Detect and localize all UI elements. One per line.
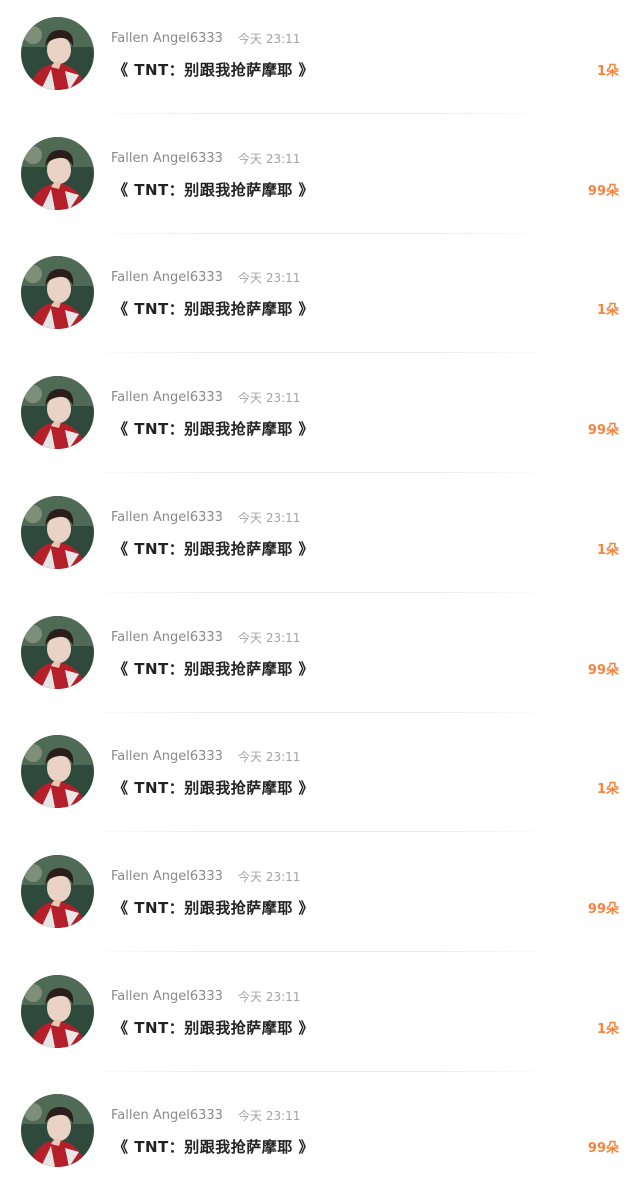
item-title[interactable]: 《 TNT：别跟我抢萨摩耶 》 bbox=[113, 179, 314, 201]
item-title[interactable]: 《 TNT：别跟我抢萨摩耶 》 bbox=[113, 538, 314, 560]
flower-count: 1朵 bbox=[596, 543, 619, 558]
username[interactable]: Fallen Angel6333 bbox=[111, 30, 223, 48]
user-avatar[interactable] bbox=[21, 975, 94, 1048]
user-avatar[interactable] bbox=[21, 496, 94, 569]
flower-count: 99朵 bbox=[587, 423, 619, 438]
list-item[interactable]: Fallen Angel6333 今天 23:11 《 TNT：别跟我抢萨摩耶 … bbox=[0, 479, 640, 599]
timestamp: 今天 23:11 bbox=[238, 391, 301, 405]
item-title[interactable]: 《 TNT：别跟我抢萨摩耶 》 bbox=[113, 298, 314, 320]
username[interactable]: Fallen Angel6333 bbox=[111, 269, 223, 287]
flower-count: 1朵 bbox=[596, 303, 619, 318]
list-item[interactable]: Fallen Angel6333 今天 23:11 《 TNT：别跟我抢萨摩耶 … bbox=[0, 1077, 640, 1197]
timestamp: 今天 23:11 bbox=[238, 32, 301, 46]
user-avatar[interactable] bbox=[21, 137, 94, 210]
username[interactable]: Fallen Angel6333 bbox=[111, 988, 223, 1006]
timestamp: 今天 23:11 bbox=[238, 271, 301, 285]
flower-count: 99朵 bbox=[587, 1141, 619, 1156]
item-title[interactable]: 《 TNT：别跟我抢萨摩耶 》 bbox=[113, 777, 314, 799]
list-item[interactable]: Fallen Angel6333 今天 23:11 《 TNT：别跟我抢萨摩耶 … bbox=[0, 359, 640, 479]
item-title[interactable]: 《 TNT：别跟我抢萨摩耶 》 bbox=[113, 897, 314, 919]
timestamp: 今天 23:11 bbox=[238, 511, 301, 525]
flower-count: 1朵 bbox=[596, 782, 619, 797]
username[interactable]: Fallen Angel6333 bbox=[111, 150, 223, 168]
flower-count: 1朵 bbox=[596, 64, 619, 79]
list-item[interactable]: Fallen Angel6333 今天 23:11 《 TNT：别跟我抢萨摩耶 … bbox=[0, 239, 640, 359]
flower-count: 99朵 bbox=[587, 902, 619, 917]
item-title[interactable]: 《 TNT：别跟我抢萨摩耶 》 bbox=[113, 658, 314, 680]
user-avatar[interactable] bbox=[21, 616, 94, 689]
username[interactable]: Fallen Angel6333 bbox=[111, 629, 223, 647]
divider bbox=[80, 951, 560, 952]
username[interactable]: Fallen Angel6333 bbox=[111, 389, 223, 407]
divider bbox=[80, 1071, 560, 1072]
divider bbox=[80, 352, 560, 353]
list-item[interactable]: Fallen Angel6333 今天 23:11 《 TNT：别跟我抢萨摩耶 … bbox=[0, 958, 640, 1078]
user-avatar[interactable] bbox=[21, 1094, 94, 1167]
divider bbox=[80, 592, 560, 593]
divider bbox=[80, 233, 560, 234]
user-avatar[interactable] bbox=[21, 256, 94, 329]
user-avatar[interactable] bbox=[21, 735, 94, 808]
user-avatar[interactable] bbox=[21, 376, 94, 449]
username[interactable]: Fallen Angel6333 bbox=[111, 1107, 223, 1125]
flower-count: 99朵 bbox=[587, 663, 619, 678]
item-title[interactable]: 《 TNT：别跟我抢萨摩耶 》 bbox=[113, 418, 314, 440]
divider bbox=[80, 831, 560, 832]
list-item[interactable]: Fallen Angel6333 今天 23:11 《 TNT：别跟我抢萨摩耶 … bbox=[0, 718, 640, 838]
timestamp: 今天 23:11 bbox=[238, 750, 301, 764]
gift-record-list: Fallen Angel6333 今天 23:11 《 TNT：别跟我抢萨摩耶 … bbox=[0, 0, 640, 1187]
timestamp: 今天 23:11 bbox=[238, 990, 301, 1004]
list-item[interactable]: Fallen Angel6333 今天 23:11 《 TNT：别跟我抢萨摩耶 … bbox=[0, 599, 640, 719]
username[interactable]: Fallen Angel6333 bbox=[111, 748, 223, 766]
flower-count: 1朵 bbox=[596, 1022, 619, 1037]
list-item[interactable]: Fallen Angel6333 今天 23:11 《 TNT：别跟我抢萨摩耶 … bbox=[0, 0, 640, 120]
timestamp: 今天 23:11 bbox=[238, 631, 301, 645]
username[interactable]: Fallen Angel6333 bbox=[111, 509, 223, 527]
user-avatar[interactable] bbox=[21, 855, 94, 928]
timestamp: 今天 23:11 bbox=[238, 870, 301, 884]
divider bbox=[80, 712, 560, 713]
item-title[interactable]: 《 TNT：别跟我抢萨摩耶 》 bbox=[113, 1136, 314, 1158]
user-avatar[interactable] bbox=[21, 17, 94, 90]
item-title[interactable]: 《 TNT：别跟我抢萨摩耶 》 bbox=[113, 1017, 314, 1039]
timestamp: 今天 23:11 bbox=[238, 152, 301, 166]
flower-count: 99朵 bbox=[587, 184, 619, 199]
list-item[interactable]: Fallen Angel6333 今天 23:11 《 TNT：别跟我抢萨摩耶 … bbox=[0, 120, 640, 240]
list-item[interactable]: Fallen Angel6333 今天 23:11 《 TNT：别跟我抢萨摩耶 … bbox=[0, 838, 640, 958]
divider bbox=[80, 472, 560, 473]
timestamp: 今天 23:11 bbox=[238, 1109, 301, 1123]
divider bbox=[80, 113, 560, 114]
username[interactable]: Fallen Angel6333 bbox=[111, 868, 223, 886]
item-title[interactable]: 《 TNT：别跟我抢萨摩耶 》 bbox=[113, 59, 314, 81]
